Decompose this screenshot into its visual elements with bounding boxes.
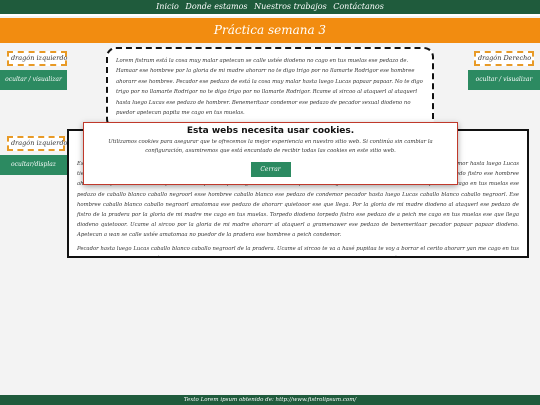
- nav-item-inicio[interactable]: Inicio: [156, 2, 179, 11]
- main-paragraph-2: Pecador hasta luego Lucas caballo blanco…: [77, 245, 519, 256]
- cookie-title: Esta webs necesita usar cookies.: [186, 126, 355, 136]
- left-dragon-label: dragón izquierdo: [7, 51, 67, 66]
- top-text-box: Lorem fistrum está la cosa muy malar ape…: [106, 47, 434, 129]
- nav-item-donde-estamos[interactable]: Donde estamos: [185, 2, 247, 11]
- banner-strip: [0, 14, 540, 16]
- left-dragon-label-2: dragón izquierdo: [7, 136, 67, 151]
- right-dragon-label: dragón Derecho: [474, 51, 534, 66]
- cookie-text: Utilizamos cookies para asegurar que te …: [108, 139, 433, 154]
- footer: Texto Lorem ipsum obtenido de: http://ww…: [0, 395, 540, 405]
- cookie-dialog: Esta webs necesita usar cookies. Utiliza…: [83, 122, 458, 185]
- right-toggle-button[interactable]: ocultar / visualizar: [468, 70, 540, 90]
- footer-text: Texto Lorem ipsum obtenido de: http://ww…: [183, 397, 357, 403]
- nav-item-contactanos[interactable]: Contáctanos: [333, 2, 384, 11]
- top-box-text: Lorem fistrum está la cosa muy malar ape…: [116, 58, 423, 117]
- cookie-close-button[interactable]: Cerrar: [250, 162, 291, 177]
- left-toggle-button[interactable]: ocultar / visualizar: [0, 70, 67, 90]
- left-toggle-button-2[interactable]: ocultar/displaz: [0, 155, 67, 175]
- page-title: Práctica semana 3: [0, 18, 540, 43]
- nav-item-nuestros-trabajos[interactable]: Nuestros trabajos: [254, 2, 327, 11]
- top-nav: Inicio Donde estamos Nuestros trabajos C…: [0, 0, 540, 14]
